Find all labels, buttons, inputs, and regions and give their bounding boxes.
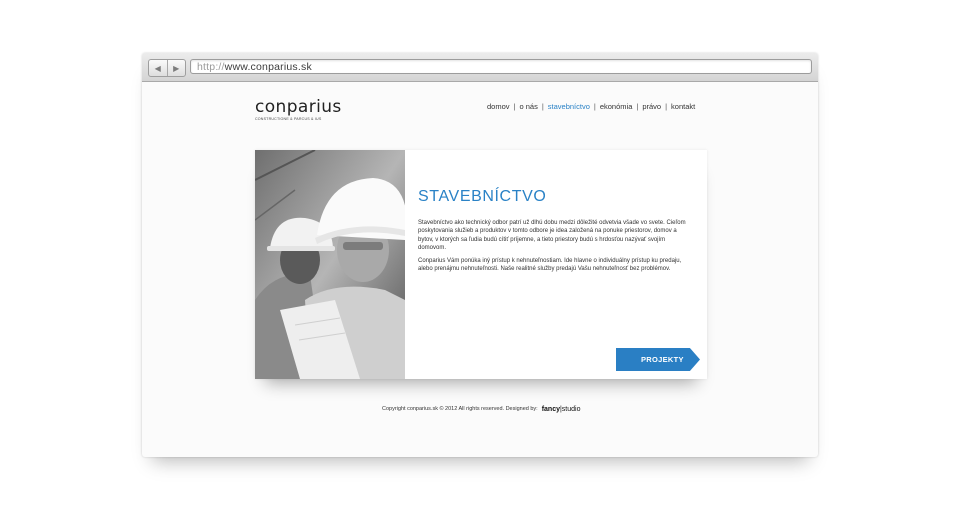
designer-link[interactable]: fancy|studio xyxy=(542,406,581,413)
studio-name-bold: fancy xyxy=(541,405,560,413)
studio-name-rest: |studio xyxy=(559,405,581,413)
page-title: STAVEBNÍCTVO xyxy=(418,188,547,205)
copyright-text: Copyright conparius.sk © 2012 All rights… xyxy=(382,406,538,412)
nav-separator: | xyxy=(665,101,668,111)
forward-arrow-icon[interactable]: ▶ xyxy=(166,60,186,76)
nav-item-pravo[interactable]: právo xyxy=(642,102,661,111)
offer-paragraph: Conparius Vám ponúka iný prístup k nehnu… xyxy=(418,258,682,273)
logo-wordmark: conparius xyxy=(255,97,342,117)
url-host: www.conparius.sk xyxy=(224,61,312,73)
history-nav-buttons: ◀ ▶ xyxy=(148,59,186,77)
nav-item-stavebnictvo[interactable]: stavebníctvo xyxy=(548,102,590,111)
site-logo[interactable]: conparius CONSTRUCTIONE & PARCUS & IUS xyxy=(255,97,342,122)
nav-separator: | xyxy=(593,101,596,111)
nav-separator: | xyxy=(541,101,544,111)
browser-toolbar: ◀ ▶ http://www.conparius.sk xyxy=(142,53,818,82)
projekty-button[interactable]: PROJEKTY xyxy=(616,348,700,371)
main-navigation: domov | o nás | stavebníctvo | ekonómia … xyxy=(487,101,695,111)
nav-separator: | xyxy=(636,101,639,111)
nav-item-domov[interactable]: domov xyxy=(487,102,510,111)
nav-item-kontakt[interactable]: kontakt xyxy=(671,102,695,111)
footer: Copyright conparius.sk © 2012 All rights… xyxy=(382,404,580,414)
intro-paragraph: Stavebníctvo ako technický odbor patrí u… xyxy=(418,220,686,252)
nav-item-ekonomia[interactable]: ekonómia xyxy=(600,102,633,111)
nav-item-o-nas[interactable]: o nás xyxy=(519,102,537,111)
url-scheme: http:// xyxy=(197,61,225,73)
back-arrow-icon[interactable]: ◀ xyxy=(149,60,167,76)
nav-separator: | xyxy=(513,101,516,111)
address-bar[interactable]: http://www.conparius.sk xyxy=(190,59,812,74)
content-card: STAVEBNÍCTVO Stavebníctvo ako technický … xyxy=(255,150,707,379)
logo-tagline: CONSTRUCTIONE & PARCUS & IUS xyxy=(255,117,322,121)
workers-photo xyxy=(255,150,405,379)
